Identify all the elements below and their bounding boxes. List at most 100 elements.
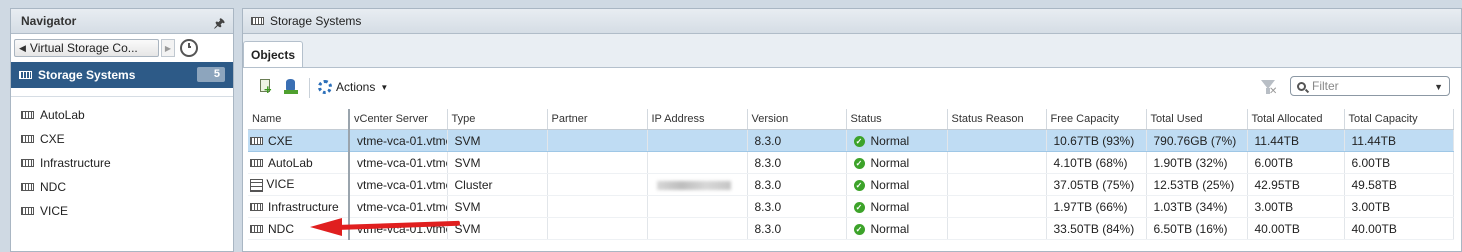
column-header-total-allocated[interactable]: Total Allocated — [1247, 109, 1345, 130]
table-row[interactable]: CXE vtme-vca-01.vtme SVM 8.3.0 ✓ Normal 1… — [248, 129, 1454, 152]
column-header-total-capacity[interactable]: Total Capacity — [1344, 109, 1454, 130]
status-text: Normal — [870, 155, 910, 170]
plus-icon: + — [264, 82, 272, 97]
storage-system-icon — [250, 225, 263, 234]
storage-system-icon — [21, 183, 34, 191]
navigator-header: Navigator 🖈 — [11, 9, 233, 34]
row-type: SVM — [447, 217, 548, 240]
row-partner — [547, 195, 648, 218]
sidebar-item-label: AutoLab — [40, 108, 85, 122]
table-row[interactable]: AutoLab vtme-vca-01.vtme SVM 8.3.0 ✓ Norm… — [248, 151, 1454, 174]
storage-system-icon — [19, 71, 32, 79]
row-status: ✓ Normal — [846, 217, 948, 240]
row-status-reason — [947, 151, 1047, 174]
back-button[interactable]: ◀ Virtual Storage Co... — [14, 39, 159, 57]
bar-icon — [284, 90, 298, 94]
history-icon[interactable] — [180, 39, 198, 57]
row-type: SVM — [447, 151, 548, 174]
chevron-down-icon[interactable]: ▼ — [1434, 82, 1443, 92]
storage-system-icon — [21, 111, 34, 119]
row-status: ✓ Normal — [846, 195, 948, 218]
annotation-arrow — [310, 218, 461, 238]
row-total-allocated: 42.95TB — [1247, 173, 1345, 196]
row-partner — [547, 173, 648, 196]
row-total-allocated: 11.44TB — [1247, 129, 1345, 152]
column-header-version[interactable]: Version — [747, 109, 847, 130]
row-total-capacity: 11.44TB — [1344, 129, 1454, 152]
row-vcenter: vtme-vca-01.vtme — [349, 173, 448, 196]
row-name: NDC — [268, 221, 294, 236]
row-vcenter: vtme-vca-01.vtme — [349, 151, 448, 174]
main-header: Storage Systems — [243, 9, 1461, 34]
add-storage-system-button[interactable]: + — [258, 79, 274, 97]
count-badge: 5 — [197, 67, 225, 82]
row-vcenter: vtme-vca-01.vtme — [349, 129, 448, 152]
row-status-reason — [947, 195, 1047, 218]
column-header-status[interactable]: Status — [846, 109, 948, 130]
sidebar-item-label: Infrastructure — [40, 156, 111, 170]
check-circle-icon: ✓ — [853, 179, 865, 191]
row-total-capacity: 49.58TB — [1344, 173, 1454, 196]
sidebar-item-storage-systems[interactable]: Storage Systems 5 — [11, 62, 233, 88]
column-header-free-capacity[interactable]: Free Capacity — [1046, 109, 1147, 130]
sidebar-item-label: NDC — [40, 180, 66, 194]
row-partner — [547, 217, 648, 240]
sidebar-item-label: Storage Systems — [38, 68, 136, 82]
column-header-vcenter[interactable]: vCenter Server — [349, 109, 448, 130]
column-header-name[interactable]: Name — [248, 109, 350, 130]
tab-objects[interactable]: Objects — [243, 41, 303, 67]
column-header-total-used[interactable]: Total Used — [1146, 109, 1248, 130]
actions-label: Actions — [336, 80, 376, 94]
sidebar-item-infrastructure[interactable]: Infrastructure — [11, 151, 233, 175]
sidebar-item-ndc[interactable]: NDC — [11, 175, 233, 199]
row-partner — [547, 151, 648, 174]
status-text: Normal — [870, 177, 910, 192]
breadcrumb-label: Virtual Storage Co... — [29, 41, 138, 55]
row-total-capacity: 3.00TB — [1344, 195, 1454, 218]
navigator-panel: Navigator 🖈 ◀ Virtual Storage Co... ▶ St… — [10, 8, 234, 252]
check-circle-icon: ✓ — [853, 201, 865, 213]
arrow-head-icon — [310, 218, 342, 236]
row-total-used: 6.50TB (16%) — [1146, 217, 1248, 240]
table-row[interactable]: Infrastructure vtme-vca-01.vtme SVM 8.3.… — [248, 195, 1454, 218]
row-status-reason — [947, 129, 1047, 152]
storage-system-icon — [251, 17, 264, 25]
row-name: VICE — [266, 177, 295, 192]
column-header-partner[interactable]: Partner — [547, 109, 648, 130]
actions-menu-button[interactable]: Actions ▼ — [318, 78, 388, 96]
back-arrow-icon: ◀ — [19, 42, 26, 53]
column-header-ip[interactable]: IP Address — [647, 109, 748, 130]
row-total-used: 790.76GB (7%) — [1146, 129, 1248, 152]
column-header-status-reason[interactable]: Status Reason — [947, 109, 1047, 130]
row-total-used: 12.53TB (25%) — [1146, 173, 1248, 196]
sidebar-item-label: VICE — [40, 204, 69, 218]
check-circle-icon: ✓ — [853, 223, 865, 235]
row-status-reason — [947, 173, 1047, 196]
pin-icon[interactable]: 🖈 — [214, 14, 225, 35]
status-text: Normal — [870, 221, 910, 236]
clear-filter-icon[interactable]: ✕ — [1261, 80, 1277, 97]
column-header-type[interactable]: Type — [447, 109, 548, 130]
sidebar-item-cxe[interactable]: CXE — [11, 127, 233, 151]
discover-storage-button[interactable] — [283, 79, 299, 95]
filter-input[interactable]: Filter ▼ — [1290, 76, 1450, 96]
check-circle-icon: ✓ — [853, 135, 865, 147]
toolbar-divider — [309, 78, 310, 98]
gear-icon — [318, 80, 332, 94]
row-version: 8.3.0 — [747, 217, 847, 240]
sidebar-item-vice[interactable]: VICE — [11, 199, 233, 223]
navigator-title: Navigator — [21, 14, 77, 28]
forward-button[interactable]: ▶ — [161, 39, 175, 57]
row-total-capacity: 6.00TB — [1344, 151, 1454, 174]
storage-system-icon — [21, 159, 34, 167]
filter-placeholder: Filter — [1312, 79, 1339, 93]
sidebar-item-autolab[interactable]: AutoLab — [11, 103, 233, 127]
toolbar: + Actions ▼ ✕ Filter ▼ — [243, 68, 1461, 106]
row-total-allocated: 6.00TB — [1247, 151, 1345, 174]
table-header-row: Name vCenter Server Type Partner IP Addr… — [248, 109, 1454, 130]
storage-system-list: AutoLab CXE Infrastructure NDC VICE — [11, 96, 233, 223]
tab-bar: Objects — [243, 34, 1461, 68]
redacted-ip — [656, 180, 731, 190]
table-row[interactable]: VICE vtme-vca-01.vtme Cluster 8.3.0 ✓ Nor… — [248, 173, 1454, 196]
row-type: Cluster — [447, 173, 548, 196]
